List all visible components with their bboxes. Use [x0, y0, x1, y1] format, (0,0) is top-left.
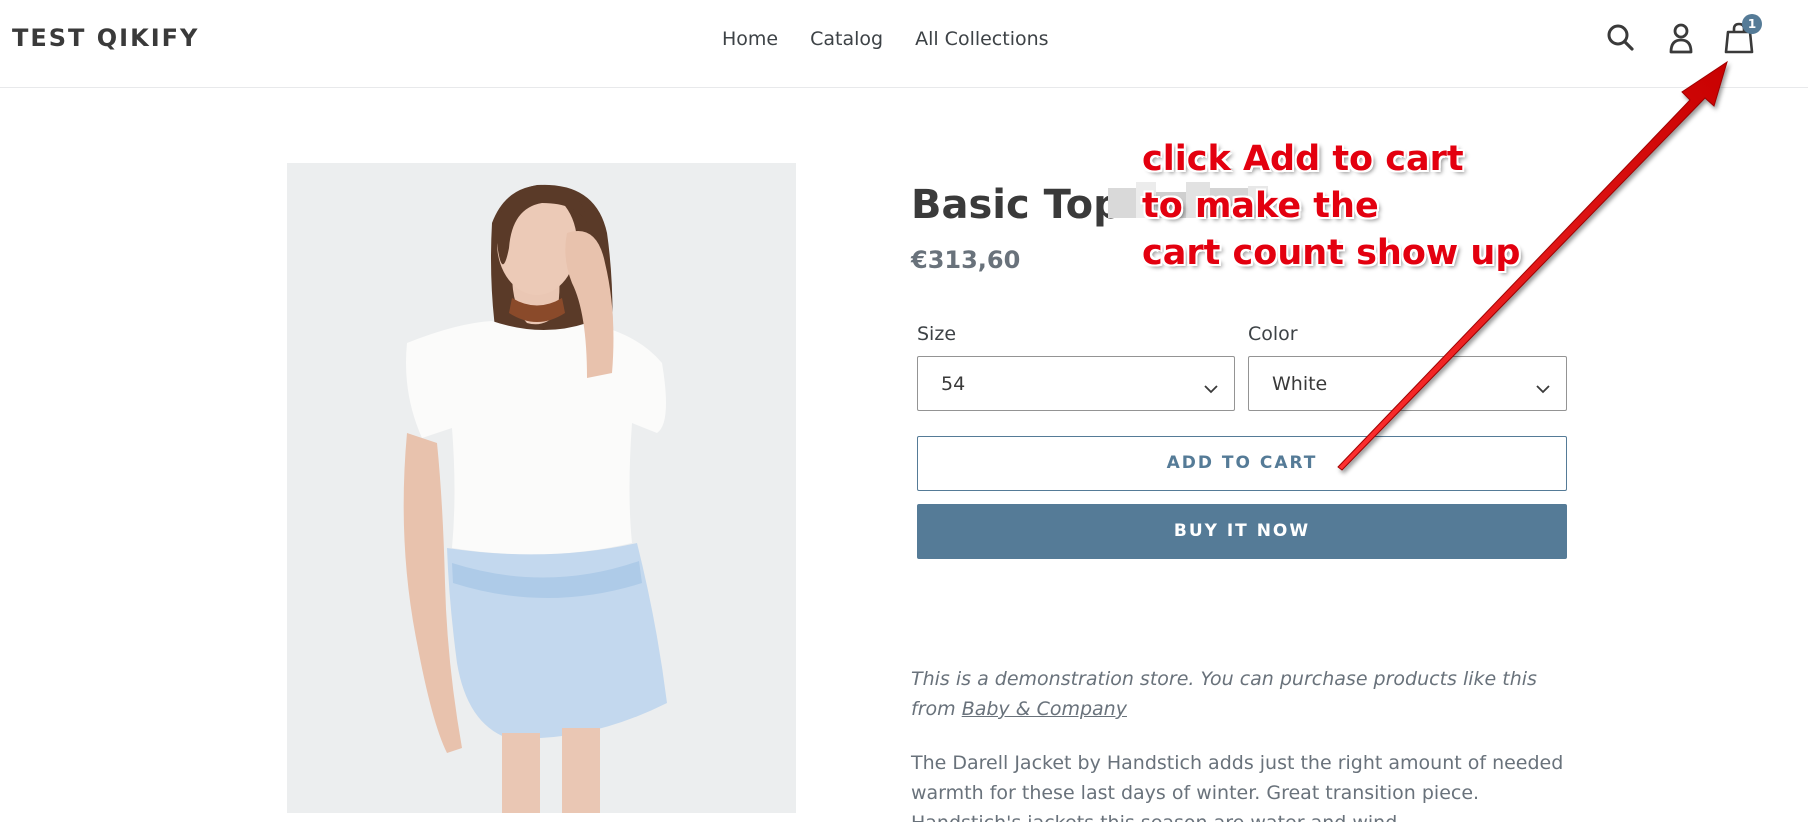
color-label: Color	[1248, 323, 1298, 345]
color-select[interactable]: White	[1248, 356, 1567, 411]
chevron-down-icon	[1536, 377, 1550, 399]
product-description: The Darell Jacket by Handstich adds just…	[911, 752, 1564, 822]
nav-home[interactable]: Home	[722, 28, 778, 50]
cart-count-badge: 1	[1742, 14, 1762, 34]
size-label: Size	[917, 323, 957, 345]
size-selected-value: 54	[941, 373, 966, 395]
search-icon[interactable]	[1603, 20, 1639, 56]
nav-all-collections[interactable]: All Collections	[915, 28, 1048, 50]
annotation-callout: click Add to cart to make the cart count…	[1142, 136, 1520, 277]
nav-catalog[interactable]: Catalog	[810, 28, 883, 50]
annotation-line: cart count show up	[1142, 233, 1521, 273]
baby-company-link[interactable]: Baby & Company	[962, 698, 1127, 720]
store-logo[interactable]: TEST QIKIFY	[12, 24, 199, 52]
size-select[interactable]: 54	[917, 356, 1235, 411]
annotation-line: click Add to cart	[1142, 139, 1464, 179]
site-header: TEST QIKIFY Home Catalog All Collections…	[0, 0, 1808, 88]
annotation-line: to make the	[1142, 186, 1379, 226]
user-icon[interactable]	[1663, 20, 1699, 56]
buy-it-now-button[interactable]: BUY IT NOW	[917, 504, 1567, 559]
main-nav: Home Catalog All Collections	[722, 28, 1049, 50]
add-to-cart-button[interactable]: ADD TO CART	[917, 436, 1567, 491]
product-image[interactable]	[287, 163, 796, 813]
product-price: €313,60	[911, 246, 1021, 274]
color-selected-value: White	[1272, 373, 1328, 395]
demo-store-note: This is a demonstration store. You can p…	[911, 664, 1576, 724]
chevron-down-icon	[1204, 377, 1218, 399]
product-title: Basic Top	[911, 182, 1122, 228]
